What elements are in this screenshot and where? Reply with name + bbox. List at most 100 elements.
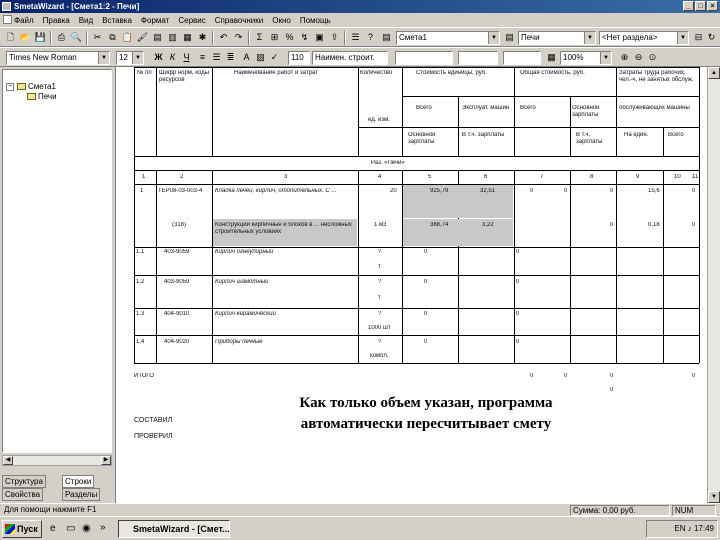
extra-field-2[interactable] xyxy=(503,51,541,65)
row11-qty[interactable]: ? xyxy=(378,249,381,256)
chevron-down-icon[interactable]: ▼ xyxy=(132,52,143,64)
grid-icon[interactable]: ▦ xyxy=(545,51,558,64)
name-field[interactable]: Наимен. строит. xyxy=(312,51,388,65)
delete-row-icon[interactable]: ▥ xyxy=(166,31,179,44)
copy-icon[interactable]: ⧉ xyxy=(106,31,119,44)
chevron-down-icon[interactable]: ▼ xyxy=(98,52,109,64)
row12-qty[interactable]: ? xyxy=(378,279,381,286)
menu-edit[interactable]: Правка xyxy=(43,16,70,25)
align-center-icon[interactable]: ☰ xyxy=(210,51,223,64)
tab-structure[interactable]: Структура xyxy=(2,475,46,488)
speaker-icon[interactable]: ♪ xyxy=(688,524,692,533)
zoom-out-icon[interactable]: ⊖ xyxy=(632,51,645,64)
redo-icon[interactable]: ↷ xyxy=(232,31,245,44)
tree-item-section[interactable]: Печи xyxy=(27,92,57,101)
document-vertical-scrollbar[interactable]: ▲ ▼ xyxy=(707,67,720,503)
menu-tools[interactable]: Сервис xyxy=(178,16,205,25)
check-icon[interactable]: ✓ xyxy=(268,51,281,64)
align-left-icon[interactable]: ≡ xyxy=(196,51,209,64)
coeff-icon[interactable]: % xyxy=(283,31,296,44)
ie-icon[interactable]: e xyxy=(50,523,56,534)
collapse-icon[interactable]: − xyxy=(6,83,14,91)
minimize-button[interactable]: _ xyxy=(683,1,694,11)
estimate-select[interactable]: Смета1 ▼ xyxy=(396,31,500,45)
menu-view[interactable]: Вид xyxy=(79,16,93,25)
scroll-up-icon[interactable]: ▲ xyxy=(708,67,720,79)
row1-name[interactable]: Кладка печей, кирпич, отопительных. С ..… xyxy=(215,188,357,195)
row14-name[interactable]: Приборы печные xyxy=(215,339,357,346)
row14-code[interactable]: 404-9020 xyxy=(164,339,189,346)
save-icon[interactable]: 💾 xyxy=(34,31,47,44)
open-folder-icon[interactable]: 📂 xyxy=(19,31,32,44)
report-icon[interactable]: ▣ xyxy=(313,31,326,44)
menu-insert[interactable]: Вставка xyxy=(102,16,132,25)
print-preview-icon[interactable]: 🔍 xyxy=(70,31,83,44)
menu-format[interactable]: Формат xyxy=(141,16,169,25)
chevron-down-icon[interactable]: ▼ xyxy=(584,32,595,44)
refresh-icon[interactable]: ↻ xyxy=(705,31,718,44)
row14-qty[interactable]: ? xyxy=(378,339,381,346)
print-icon[interactable]: ⎙ xyxy=(55,31,68,44)
calc-icon[interactable]: Σ xyxy=(253,31,266,44)
properties-icon[interactable]: ☰ xyxy=(349,31,362,44)
chevron-down-icon[interactable]: ▼ xyxy=(600,52,611,64)
cell-field[interactable]: 110 xyxy=(288,51,310,65)
document-icon[interactable] xyxy=(3,15,12,24)
zoom-in-icon[interactable]: ⊕ xyxy=(618,51,631,64)
scroll-left-icon[interactable]: ◀ xyxy=(3,456,13,465)
font-size-select[interactable]: 12 ▼ xyxy=(116,51,144,65)
formula-field[interactable] xyxy=(395,51,453,65)
undo-icon[interactable]: ↶ xyxy=(217,31,230,44)
tab-rows[interactable]: Строки xyxy=(62,475,95,488)
menu-help[interactable]: Помощь xyxy=(300,16,331,25)
paste-icon[interactable]: 📋 xyxy=(121,31,134,44)
scroll-down-icon[interactable]: ▼ xyxy=(708,491,720,503)
align-right-icon[interactable]: ≣ xyxy=(224,51,237,64)
subsection-select[interactable]: <Нет раздела> ▼ xyxy=(599,31,689,45)
row12-name[interactable]: Кирпич шамотный xyxy=(215,279,357,286)
resources-icon[interactable]: ⊞ xyxy=(268,31,281,44)
insert-row-icon[interactable]: ▤ xyxy=(151,31,164,44)
section-select[interactable]: Печи ▼ xyxy=(518,31,596,45)
table-icon[interactable]: ▦ xyxy=(181,31,194,44)
font-color-icon[interactable]: A xyxy=(240,51,253,64)
tab-properties[interactable]: Свойства xyxy=(2,488,44,501)
menu-window[interactable]: Окно xyxy=(272,16,291,25)
font-select[interactable]: Times New Roman ▼ xyxy=(6,51,110,65)
row13-qty[interactable]: ? xyxy=(378,311,381,318)
italic-button[interactable]: К xyxy=(166,51,179,64)
fill-color-icon[interactable]: ▧ xyxy=(254,51,267,64)
cut-icon[interactable]: ✂ xyxy=(91,31,104,44)
desktop-icon[interactable]: ▭ xyxy=(66,523,75,534)
export-icon[interactable]: ⇪ xyxy=(328,31,341,44)
row12-code[interactable]: 403-9059 xyxy=(164,279,189,286)
row1-qty[interactable]: 20 xyxy=(390,188,397,195)
language-indicator[interactable]: EN xyxy=(674,524,685,533)
bold-button[interactable]: Ж xyxy=(152,51,165,64)
tree-horizontal-scrollbar[interactable]: ◀ ▶ xyxy=(2,455,112,466)
new-file-icon[interactable]: 🗋 xyxy=(4,31,17,44)
filter-icon[interactable]: ⊟ xyxy=(692,31,705,44)
chevron-down-icon[interactable]: ▼ xyxy=(488,32,499,44)
tab-sections[interactable]: Разделы xyxy=(62,488,101,501)
row13-name[interactable]: Кирпич керамический xyxy=(215,311,357,318)
underline-button[interactable]: Ч xyxy=(180,51,193,64)
maximize-button[interactable]: □ xyxy=(695,1,706,11)
close-button[interactable]: × xyxy=(707,1,718,11)
start-button[interactable]: Пуск xyxy=(2,520,42,538)
row11-code[interactable]: 403-9059 xyxy=(164,249,189,256)
row11-name[interactable]: Кирпич огнеупорный xyxy=(215,249,357,256)
wizard-icon[interactable]: ✱ xyxy=(196,31,209,44)
extra-field[interactable] xyxy=(458,51,498,65)
media-icon[interactable]: ◉ xyxy=(82,523,91,534)
scroll-right-icon[interactable]: ▶ xyxy=(101,456,111,465)
taskbar-item-smetawizard[interactable]: SmetaWizard - [Смет... xyxy=(118,520,230,538)
index-icon[interactable]: ↯ xyxy=(298,31,311,44)
menu-directories[interactable]: Справочники xyxy=(215,16,263,25)
tree-item-estimate[interactable]: Смета1 xyxy=(17,82,56,91)
menu-file[interactable]: Файл xyxy=(14,16,34,25)
chevron-right-icon[interactable]: » xyxy=(100,522,106,533)
row13-code[interactable]: 404-9010 xyxy=(164,311,189,318)
format-painter-icon[interactable]: 🖌 xyxy=(136,31,149,44)
row1-code[interactable]: ТЕР08-03-003-4 xyxy=(158,188,212,195)
